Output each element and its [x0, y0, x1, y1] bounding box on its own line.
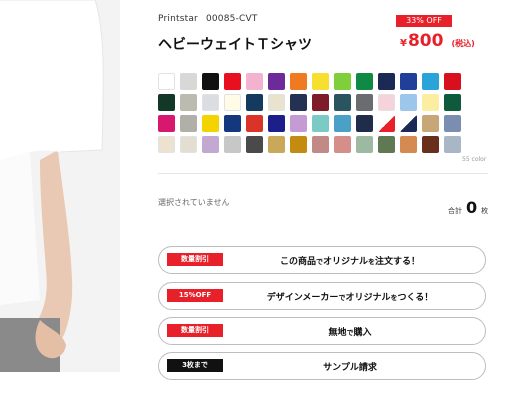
color-swatch[interactable] [246, 115, 263, 132]
color-swatch[interactable] [312, 94, 329, 111]
divider [158, 173, 488, 174]
color-swatch[interactable] [202, 73, 219, 90]
total-label: 合計 [448, 207, 462, 215]
color-swatch[interactable] [224, 73, 241, 90]
quantity-discount-tag: 数量割引 [167, 253, 223, 266]
product-title: ヘビーウェイトＴシャツ [158, 37, 312, 53]
color-swatch[interactable] [158, 115, 175, 132]
color-swatch[interactable] [356, 73, 373, 90]
total-unit: 枚 [481, 207, 489, 215]
order-original-label: この商品でオリジナルを注文する！ [279, 257, 421, 267]
color-swatch[interactable] [400, 136, 417, 153]
product-photo [0, 0, 120, 372]
color-swatch[interactable] [290, 94, 307, 111]
color-swatch[interactable] [378, 136, 395, 153]
color-swatch[interactable] [378, 73, 395, 90]
color-swatch[interactable] [334, 73, 351, 90]
color-swatch[interactable] [356, 94, 373, 111]
discount-15-tag: 15%OFF [167, 289, 223, 302]
product-code: 00085-CVT [205, 14, 258, 24]
color-swatch[interactable] [356, 136, 373, 153]
color-swatch[interactable] [400, 115, 417, 132]
color-swatch[interactable] [246, 94, 263, 111]
color-swatch[interactable] [312, 73, 329, 90]
color-swatch[interactable] [202, 115, 219, 132]
color-swatch-grid [158, 73, 492, 153]
tshirt-model-image [0, 0, 120, 372]
color-swatch[interactable] [268, 136, 285, 153]
color-swatch[interactable] [246, 136, 263, 153]
color-swatch[interactable] [158, 136, 175, 153]
color-swatch[interactable] [224, 136, 241, 153]
design-maker-label: デザインメーカーでオリジナルをつくる！ [266, 293, 434, 303]
color-count: 55 color [462, 156, 487, 163]
color-swatch[interactable] [224, 115, 241, 132]
color-swatch[interactable] [312, 115, 329, 132]
buy-plain-button[interactable]: 数量割引 無地で購入 [158, 317, 486, 345]
color-swatch[interactable] [334, 94, 351, 111]
order-original-button[interactable]: 数量割引 この商品でオリジナルを注文する！ [158, 246, 486, 274]
color-swatch[interactable] [356, 115, 373, 132]
quantity-discount-tag: 数量割引 [167, 324, 223, 337]
sample-limit-tag: 3枚まで [167, 359, 223, 372]
color-swatch[interactable] [180, 73, 197, 90]
sample-request-button[interactable]: 3枚まで サンプル請求 [158, 352, 486, 380]
color-swatch[interactable] [378, 94, 395, 111]
buy-plain-label: 無地で購入 [328, 328, 372, 338]
color-swatch[interactable] [444, 115, 461, 132]
color-swatch[interactable] [158, 94, 175, 111]
total-value: 0 [466, 198, 478, 217]
color-swatch[interactable] [400, 94, 417, 111]
color-swatch[interactable] [290, 73, 307, 90]
color-swatch[interactable] [268, 94, 285, 111]
price-amount: 800 [407, 31, 444, 51]
color-swatch[interactable] [202, 136, 219, 153]
color-swatch[interactable] [158, 73, 175, 90]
selection-status: 選択されていません [158, 198, 230, 207]
color-swatch[interactable] [422, 94, 439, 111]
color-swatch[interactable] [180, 136, 197, 153]
design-maker-button[interactable]: 15%OFF デザインメーカーでオリジナルをつくる！ [158, 282, 486, 310]
color-swatch[interactable] [400, 73, 417, 90]
color-swatch[interactable] [422, 73, 439, 90]
color-swatch[interactable] [422, 115, 439, 132]
product-brand-line: Printstar 00085-CVT [158, 14, 266, 24]
color-swatch[interactable] [290, 136, 307, 153]
color-swatch[interactable] [290, 115, 307, 132]
price-tax-note: (税込) [451, 39, 475, 48]
color-swatch[interactable] [444, 73, 461, 90]
color-swatch[interactable] [422, 136, 439, 153]
discount-badge: 33% OFF [396, 15, 452, 27]
color-swatch[interactable] [180, 115, 197, 132]
color-swatch[interactable] [224, 94, 241, 111]
color-swatch[interactable] [246, 73, 263, 90]
color-swatch[interactable] [334, 115, 351, 132]
color-swatch[interactable] [444, 136, 461, 153]
color-swatch[interactable] [268, 115, 285, 132]
color-swatch[interactable] [334, 136, 351, 153]
color-swatch[interactable] [312, 136, 329, 153]
color-swatch[interactable] [268, 73, 285, 90]
color-swatch[interactable] [180, 94, 197, 111]
sample-request-label: サンプル請求 [323, 363, 377, 373]
color-swatch[interactable] [202, 94, 219, 111]
quantity-total: 合計 0 枚 [448, 198, 488, 217]
brand-name: Printstar [158, 14, 198, 24]
price-currency: ¥ [400, 38, 407, 49]
color-swatch[interactable] [378, 115, 395, 132]
product-price: ¥800 (税込) [400, 31, 475, 51]
color-swatch[interactable] [444, 94, 461, 111]
